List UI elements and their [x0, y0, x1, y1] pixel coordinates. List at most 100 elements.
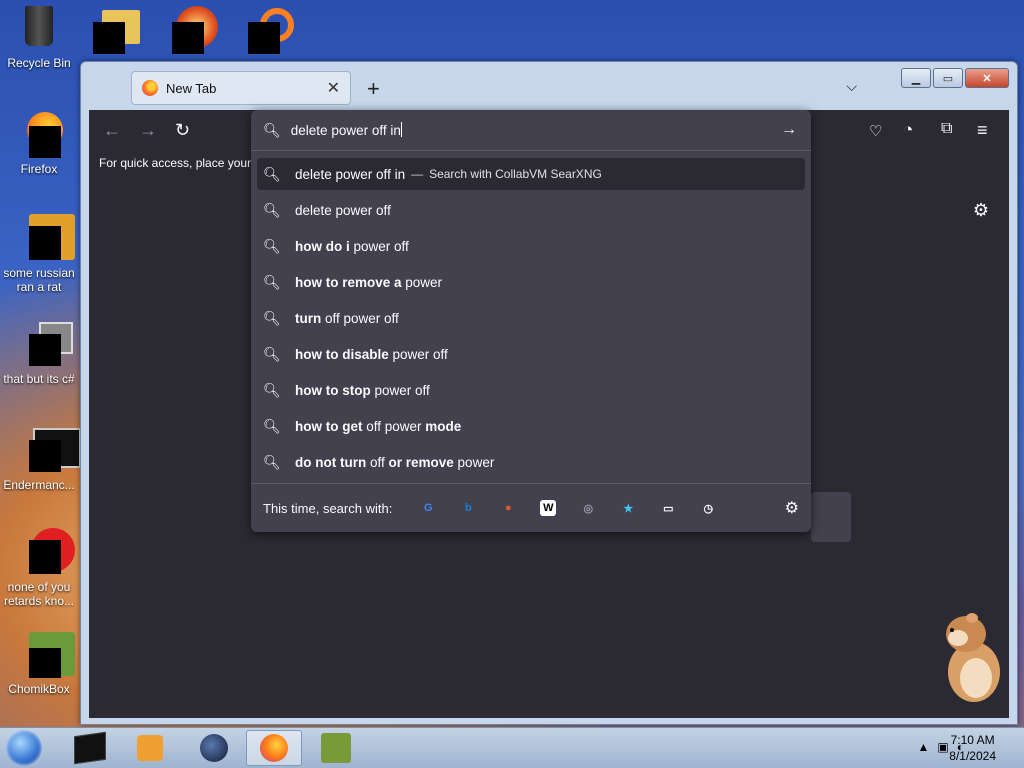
engine-tabs-button[interactable]: ▭	[648, 496, 688, 520]
minimize-button[interactable]: ▁	[901, 68, 931, 88]
engine-bing-button[interactable]: b	[448, 496, 488, 520]
extensions-icon[interactable]: ⧉	[941, 120, 952, 138]
reload-icon[interactable]: ↻	[175, 120, 190, 141]
firefox-icon	[260, 734, 288, 762]
engine-history-button[interactable]: ◷	[688, 496, 728, 520]
opera-icon	[15, 528, 75, 576]
desktop-icon-c-sharp[interactable]: that but its c#	[1, 320, 77, 386]
suggestion-row[interactable]: 🔍︎ how do i power off	[257, 230, 805, 262]
start-button[interactable]	[6, 730, 42, 766]
tab-title: New Tab	[166, 80, 217, 96]
suggestion-text: do not turn off or remove power	[295, 454, 495, 470]
suggestion-row[interactable]: 🔍︎ do not turn off or remove power	[257, 446, 805, 478]
bookmarks-toolbar-hint: For quick access, place your b	[99, 156, 262, 170]
desktop-icon-label: that but its c#	[3, 372, 75, 386]
engine-google-button[interactable]: G	[408, 496, 448, 520]
suggestion-row[interactable]: 🔍︎ how to stop power off	[257, 374, 805, 406]
suggestion-row[interactable]: 🔍︎ turn off power off	[257, 302, 805, 334]
display-icon[interactable]: ▣	[937, 740, 948, 754]
desktop-icon-label: Endermanc...	[3, 478, 75, 492]
account-icon[interactable]: ◔	[903, 120, 913, 140]
bing-icon: b	[464, 502, 472, 514]
recycle-bin-icon	[15, 4, 63, 52]
engine-searxng-button[interactable]: ◎	[568, 496, 608, 520]
suggestion-text: how to disable power off	[295, 346, 448, 362]
taskbar: ▲ ▣ ◐ 7:10 AM 8/1/2024	[0, 727, 1024, 768]
search-icon: 🔍︎	[263, 165, 281, 182]
search-icon: 🔍︎	[263, 453, 281, 470]
search-icon: 🔍︎	[263, 345, 281, 362]
search-settings-icon[interactable]: ⚙	[785, 498, 799, 518]
suggestion-row[interactable]: 🔍︎ how to remove a power	[257, 266, 805, 298]
desktop-icon-endermanch[interactable]: Endermanc...	[1, 426, 81, 492]
separator: —	[411, 167, 424, 181]
desktop-icon-label: ChomikBox	[8, 682, 70, 696]
wikipedia-icon: W	[540, 500, 557, 516]
engine-duckduckgo-button[interactable]: ●	[488, 496, 528, 520]
searxng-icon: ◎	[583, 502, 594, 515]
suggestion-text: how to stop power off	[295, 382, 430, 398]
taskbar-network[interactable]	[186, 730, 242, 766]
forward-icon[interactable]: →	[139, 120, 157, 141]
tabs-icon: ▭	[663, 502, 674, 515]
pocket-icon[interactable]: ♡	[869, 122, 882, 140]
urlbar-panel: 🔍︎ delete power off in → 🔍︎ delete power …	[251, 110, 811, 532]
application-icon	[15, 214, 75, 262]
taskbar-chomikbox[interactable]	[308, 730, 364, 766]
list-all-tabs-button[interactable]: ⌵	[846, 78, 857, 95]
suggestion-text: delete power off	[295, 202, 391, 218]
search-icon: 🔍︎	[263, 121, 281, 138]
search-icon: 🔍︎	[263, 237, 281, 254]
engine-bookmarks-button[interactable]: ★	[608, 496, 648, 520]
back-icon[interactable]: ←	[103, 120, 121, 141]
desktop-icon-media[interactable]	[172, 6, 218, 54]
new-tab-button[interactable]: +	[367, 76, 380, 102]
taskbar-media-player[interactable]	[122, 730, 178, 766]
text-caret	[400, 122, 402, 137]
menu-icon[interactable]: ≡	[977, 120, 988, 141]
search-icon: 🔍︎	[263, 309, 281, 326]
terminal-icon	[74, 731, 106, 765]
desktop-icon-label: Recycle Bin	[7, 56, 71, 70]
desktop-icon-label: none of you retards kno...	[3, 580, 75, 608]
newtab-settings-icon[interactable]: ⚙	[973, 200, 989, 221]
desktop-icon-recycle-bin[interactable]: Recycle Bin	[1, 4, 77, 70]
desktop-icon-chomikbox[interactable]: ChomikBox	[1, 630, 77, 696]
search-icon: 🔍︎	[263, 381, 281, 398]
suggestion-text: how do i power off	[295, 238, 409, 254]
taskbar-terminal[interactable]	[62, 730, 118, 766]
clock[interactable]: 7:10 AM 8/1/2024	[949, 732, 996, 764]
clock-time: 7:10 AM	[950, 733, 995, 747]
suggestion-text: how to get off power mode	[295, 418, 462, 434]
google-icon: G	[424, 502, 433, 514]
engine-wikipedia-button[interactable]: W	[528, 496, 568, 520]
duckduckgo-icon: ●	[505, 502, 512, 514]
desktop-icon-folder[interactable]	[93, 10, 140, 54]
search-icon: 🔍︎	[263, 273, 281, 290]
close-window-button[interactable]: ✕	[965, 68, 1009, 88]
urlbar-query: delete power off in	[290, 123, 401, 138]
desktop-icon-none-of-you[interactable]: none of you retards kno...	[1, 528, 77, 608]
desktop-icon-app[interactable]	[248, 6, 294, 54]
go-arrow-icon[interactable]: →	[781, 121, 797, 139]
urlbar-input[interactable]: 🔍︎ delete power off in →	[251, 110, 811, 151]
desktop-icon-russian-rat[interactable]: some russian ran a rat	[1, 214, 77, 294]
history-icon: ◷	[703, 502, 714, 515]
desktop-icon-label: Firefox	[20, 162, 58, 176]
desktop-icon-firefox[interactable]: Firefox	[1, 110, 77, 176]
one-off-search-bar: This time, search with: Gb ● W ◎ ★ ▭ ◷ ⚙	[251, 483, 811, 532]
suggestion-text: how to remove a power	[295, 274, 443, 290]
window-controls: ▁ ▭ ✕	[901, 68, 1009, 88]
suggestion-row[interactable]: 🔍︎ delete power off	[257, 194, 805, 226]
taskbar-firefox[interactable]	[246, 730, 302, 766]
suggestion-row[interactable]: 🔍︎ how to get off power mode	[257, 410, 805, 442]
close-tab-icon[interactable]: ✕	[327, 78, 340, 98]
globe-icon	[200, 734, 228, 762]
search-with-label: This time, search with:	[263, 500, 393, 516]
maximize-button[interactable]: ▭	[933, 68, 963, 88]
show-hidden-icons[interactable]: ▲	[918, 740, 930, 754]
suggestion-row-search[interactable]: 🔍︎ delete power off in — Search with Collab…	[257, 158, 805, 190]
tab-new-tab[interactable]: New Tab ✕	[131, 71, 351, 105]
tab-strip: New Tab ✕ + ⌵ ▁ ▭ ✕	[89, 68, 1009, 110]
suggestion-row[interactable]: 🔍︎ how to disable power off	[257, 338, 805, 370]
